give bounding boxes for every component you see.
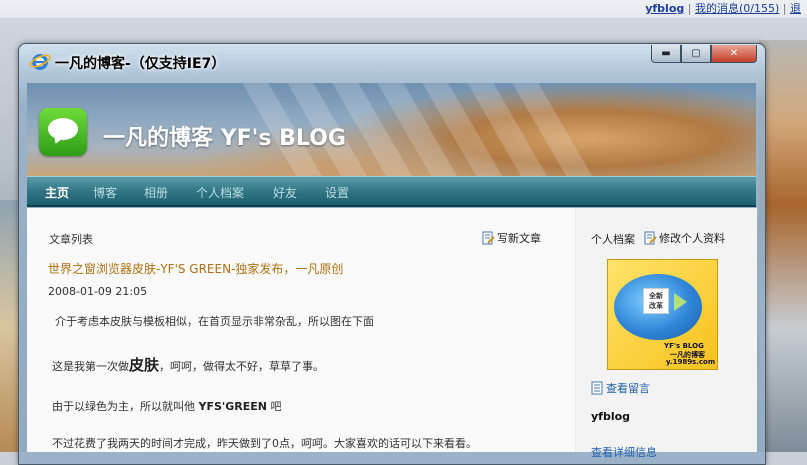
logout-link[interactable]: 退 xyxy=(790,2,801,15)
profile-username: yfblog xyxy=(591,410,631,423)
banner-title: 一凡的博客 YF's BLOG xyxy=(103,126,346,151)
window-title: 一凡的博客-（仅支持IE7） xyxy=(55,56,226,72)
section-label: 文章列表 xyxy=(49,233,93,246)
article-paragraph: 不过花费了我两天的时间才完成，昨天做到了0点，呵呵。大家喜欢的话可以下来看看。 xyxy=(52,437,477,450)
article-title-link[interactable]: 世界之窗浏览器皮肤-YF'S GREEN-独家发布，一凡原创 xyxy=(48,260,343,277)
chat-bubble-logo-icon xyxy=(39,108,87,156)
close-button[interactable]: ✕ xyxy=(711,45,757,63)
blog-banner: 一凡的博客 YF's BLOG xyxy=(27,83,756,176)
nav-item-blog[interactable]: 博客 xyxy=(93,184,117,201)
play-arrow-icon xyxy=(674,293,687,311)
nav-item-profile[interactable]: 个人档案 xyxy=(196,184,244,201)
username-link[interactable]: yfblog xyxy=(645,2,684,15)
desktop-wallpaper-right xyxy=(759,40,807,452)
messages-link[interactable]: 我的消息(0/155) xyxy=(695,2,779,15)
edit-profile-link[interactable]: 修改个人资料 xyxy=(644,230,725,246)
avatar-text: y.1989s.com xyxy=(666,358,716,366)
article-list: 文章列表 写新文章 世界之窗浏览器皮肤-YF'S GREEN-独家发布，一凡原创… xyxy=(27,208,567,452)
avatar-badge: 全新 改革 xyxy=(643,288,669,314)
ie-icon xyxy=(29,54,51,70)
article-paragraph: 这是我第一次做皮肤，呵呵，做得太不好，草草了事。 xyxy=(52,356,325,374)
minimize-button[interactable]: ▬ xyxy=(651,45,681,63)
nav-item-home[interactable]: 主页 xyxy=(45,184,69,201)
write-document-icon xyxy=(482,231,495,245)
top-links: yfblog | 我的消息(0/155) | 退 xyxy=(645,0,801,16)
avatar[interactable]: 全新 改革 YF's BLOG 一凡的博客 y.1989s.com xyxy=(607,259,718,370)
window-titlebar[interactable]: 一凡的博客-（仅支持IE7） ▬ ▢ ✕ xyxy=(19,44,765,78)
separator: | xyxy=(687,2,692,15)
write-article-label[interactable]: 写新文章 xyxy=(497,230,541,246)
nav-item-settings[interactable]: 设置 xyxy=(325,184,349,201)
message-document-icon xyxy=(591,381,603,395)
avatar-text: YF's BLOG xyxy=(664,342,704,350)
more-info-link[interactable]: 查看详细信息 xyxy=(591,444,657,460)
separator: | xyxy=(782,2,787,15)
article-paragraph: 由于以绿色为主，所以就叫他 YFS'GREEN 吧 xyxy=(52,400,282,413)
nav-item-album[interactable]: 相册 xyxy=(144,184,168,201)
view-messages-label[interactable]: 查看留言 xyxy=(606,380,650,396)
edit-profile-label[interactable]: 修改个人资料 xyxy=(659,230,725,246)
maximize-button[interactable]: ▢ xyxy=(681,45,711,63)
content-area: 文章列表 写新文章 世界之窗浏览器皮肤-YF'S GREEN-独家发布，一凡原创… xyxy=(27,208,757,459)
profile-sidebar: 个人档案 修改个人资料 全新 改革 YF's BLOG 一凡的博客 y.1989… xyxy=(575,208,757,459)
nav-item-friends[interactable]: 好友 xyxy=(273,184,297,201)
desktop-wallpaper-left xyxy=(0,200,20,452)
write-article-link[interactable]: 写新文章 xyxy=(482,230,541,246)
main-nav: 主页 博客 相册 个人档案 好友 设置 xyxy=(27,176,756,207)
view-messages-link[interactable]: 查看留言 xyxy=(591,380,650,396)
edit-document-icon xyxy=(644,231,657,245)
article-paragraph: 介于考虑本皮肤与模板相似，在首页显示非常杂乱，所以图在下面 xyxy=(55,315,374,328)
article-date: 2008-01-09 21:05 xyxy=(48,285,148,298)
sidebar-label: 个人档案 xyxy=(591,233,635,246)
